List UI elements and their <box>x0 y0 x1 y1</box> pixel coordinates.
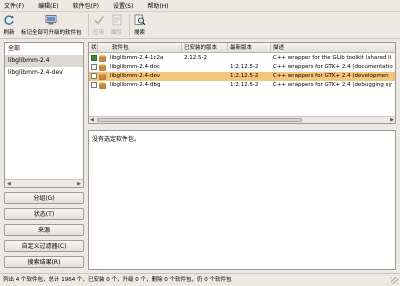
filter-item-libglibmm[interactable]: libglibmm-2.4 <box>5 55 83 67</box>
column-header-package[interactable]: 软件包 <box>110 43 182 53</box>
package-details-pane: 没有选定软件包。 <box>88 130 396 270</box>
details-text: 没有选定软件包。 <box>92 136 141 143</box>
search-results-button[interactable]: 搜索结果(R) <box>4 256 84 268</box>
apply-button[interactable]: 应用 <box>93 14 105 36</box>
sidebar-horizontal-scrollbar[interactable]: ◀ ▶ <box>5 179 83 187</box>
mark-all-upgrades-icon <box>45 15 57 25</box>
toolbar-separator <box>128 14 130 36</box>
package-description: C++ wrapper for the GLib toolkit (shared… <box>273 55 392 61</box>
package-row-selected[interactable]: libglibmm-2.4-dev 1:2.12.5-2 C++ wrapper… <box>89 72 395 81</box>
status-button[interactable]: 状态(T) <box>4 208 84 220</box>
installed-version: 2.12.5-2 <box>184 55 207 61</box>
filter-item-all[interactable]: 全部 <box>5 43 83 55</box>
reload-icon <box>4 15 14 25</box>
properties-button[interactable]: 属性 <box>111 14 123 36</box>
reload-button[interactable]: 刷新 <box>3 14 15 36</box>
column-header-installed-version[interactable]: 已安装的版本 <box>182 43 228 53</box>
installed-version <box>184 81 228 90</box>
filter-mode-buttons: 分组(G) 状态(T) 来源 自定义过滤器(C) 搜索结果(R) <box>4 192 84 272</box>
menu-file[interactable]: 文件(F) <box>4 1 24 10</box>
scroll-right-icon[interactable]: ▶ <box>77 181 81 187</box>
package-description: C++ wrappers for GTK+ 2.4 (developmen <box>273 73 389 79</box>
installed-version <box>184 63 228 72</box>
not-installed-checkbox[interactable] <box>91 73 97 79</box>
package-icon <box>99 64 106 71</box>
latest-version: 1:2.12.5-2 <box>230 73 259 79</box>
sections-button[interactable]: 分组(G) <box>4 192 84 204</box>
scroll-left-icon[interactable]: ◀ <box>7 181 11 187</box>
package-list: 状态 软件包 已安装的版本 最新版本 描述 libglibmm-2.4-1c2a… <box>88 42 396 124</box>
latest-version <box>230 54 271 63</box>
menu-settings[interactable]: 设置(S) <box>113 1 134 10</box>
installed-version <box>184 72 228 81</box>
menubar: 文件(F) 编辑(E) 软件包(P) 设置(S) 帮助(H) <box>0 0 400 12</box>
package-row[interactable]: libglibmm-2.4-dbg 1:2.12.5-2 C++ wrapper… <box>89 81 395 90</box>
mark-all-upgrades-button[interactable]: 标记全部可升级的软件包 <box>21 14 82 36</box>
search-button[interactable]: 搜索 <box>134 14 146 36</box>
custom-filters-button[interactable]: 自定义过滤器(C) <box>4 240 84 252</box>
filter-list: 全部 libglibmm-2.4 libglibmm-2.4-dev ◀ ▶ <box>4 42 84 188</box>
not-installed-checkbox[interactable] <box>91 64 97 70</box>
package-description: C++ wrappers for GTK+ 2.4 (debugging sy <box>273 82 392 88</box>
origin-button[interactable]: 来源 <box>4 224 84 236</box>
not-installed-checkbox[interactable] <box>91 82 97 88</box>
scroll-right-icon[interactable]: ▶ <box>390 117 394 123</box>
package-description: C++ wrappers for GTK+ 2.4 (documentatio <box>273 64 393 70</box>
status-text: 列出 4 个软件包，总计 1964 个，已安装 0 个，升级 0 个，删除 0 … <box>3 277 232 283</box>
package-icon <box>99 73 106 80</box>
package-icon <box>99 55 106 62</box>
package-name: libglibmm-2.4-dev <box>110 73 161 79</box>
scroll-left-icon[interactable]: ◀ <box>90 117 94 123</box>
statusbar: 列出 4 个软件包，总计 1964 个，已安装 0 个，升级 0 个，删除 0 … <box>0 273 400 286</box>
latest-version: 1:2.12.5-2 <box>230 64 259 70</box>
package-row[interactable]: libglibmm-2.4-doc 1:2.12.5-2 C++ wrapper… <box>89 63 395 72</box>
toolbar-separator <box>87 14 89 36</box>
package-list-horizontal-scrollbar[interactable]: ◀ ▶ <box>89 116 395 123</box>
column-header-latest-version[interactable]: 最新版本 <box>228 43 271 53</box>
package-icon <box>99 82 106 89</box>
latest-version: 1:2.12.5-2 <box>230 82 259 88</box>
package-name: libglibmm-2.4-doc <box>110 64 160 70</box>
apply-checkmark-icon <box>93 16 104 25</box>
scrollbar-thumb[interactable] <box>97 118 302 122</box>
search-icon <box>134 14 145 26</box>
filter-item-libglibmm-dev[interactable]: libglibmm-2.4-dev <box>5 67 83 79</box>
menu-package[interactable]: 软件包(P) <box>73 1 99 10</box>
package-name: libglibmm-2.4-dbg <box>110 82 161 88</box>
menu-help[interactable]: 帮助(H) <box>147 1 168 10</box>
package-row[interactable]: libglibmm-2.4-1c2a 2.12.5-2 C++ wrapper … <box>89 54 395 63</box>
package-name: libglibmm-2.4-1c2a <box>110 55 164 61</box>
installed-status-icon[interactable] <box>91 55 97 61</box>
properties-icon <box>112 14 121 26</box>
package-list-header: 状态 软件包 已安装的版本 最新版本 描述 <box>89 43 395 53</box>
resize-grip-icon[interactable] <box>391 277 398 284</box>
menu-edit[interactable]: 编辑(E) <box>38 1 58 10</box>
column-header-status[interactable]: 状态 <box>89 43 98 53</box>
column-header-description[interactable]: 描述 <box>271 43 395 53</box>
toolbar: 刷新 标记全部可升级的软件包 应用 属性 搜索 <box>0 12 400 39</box>
